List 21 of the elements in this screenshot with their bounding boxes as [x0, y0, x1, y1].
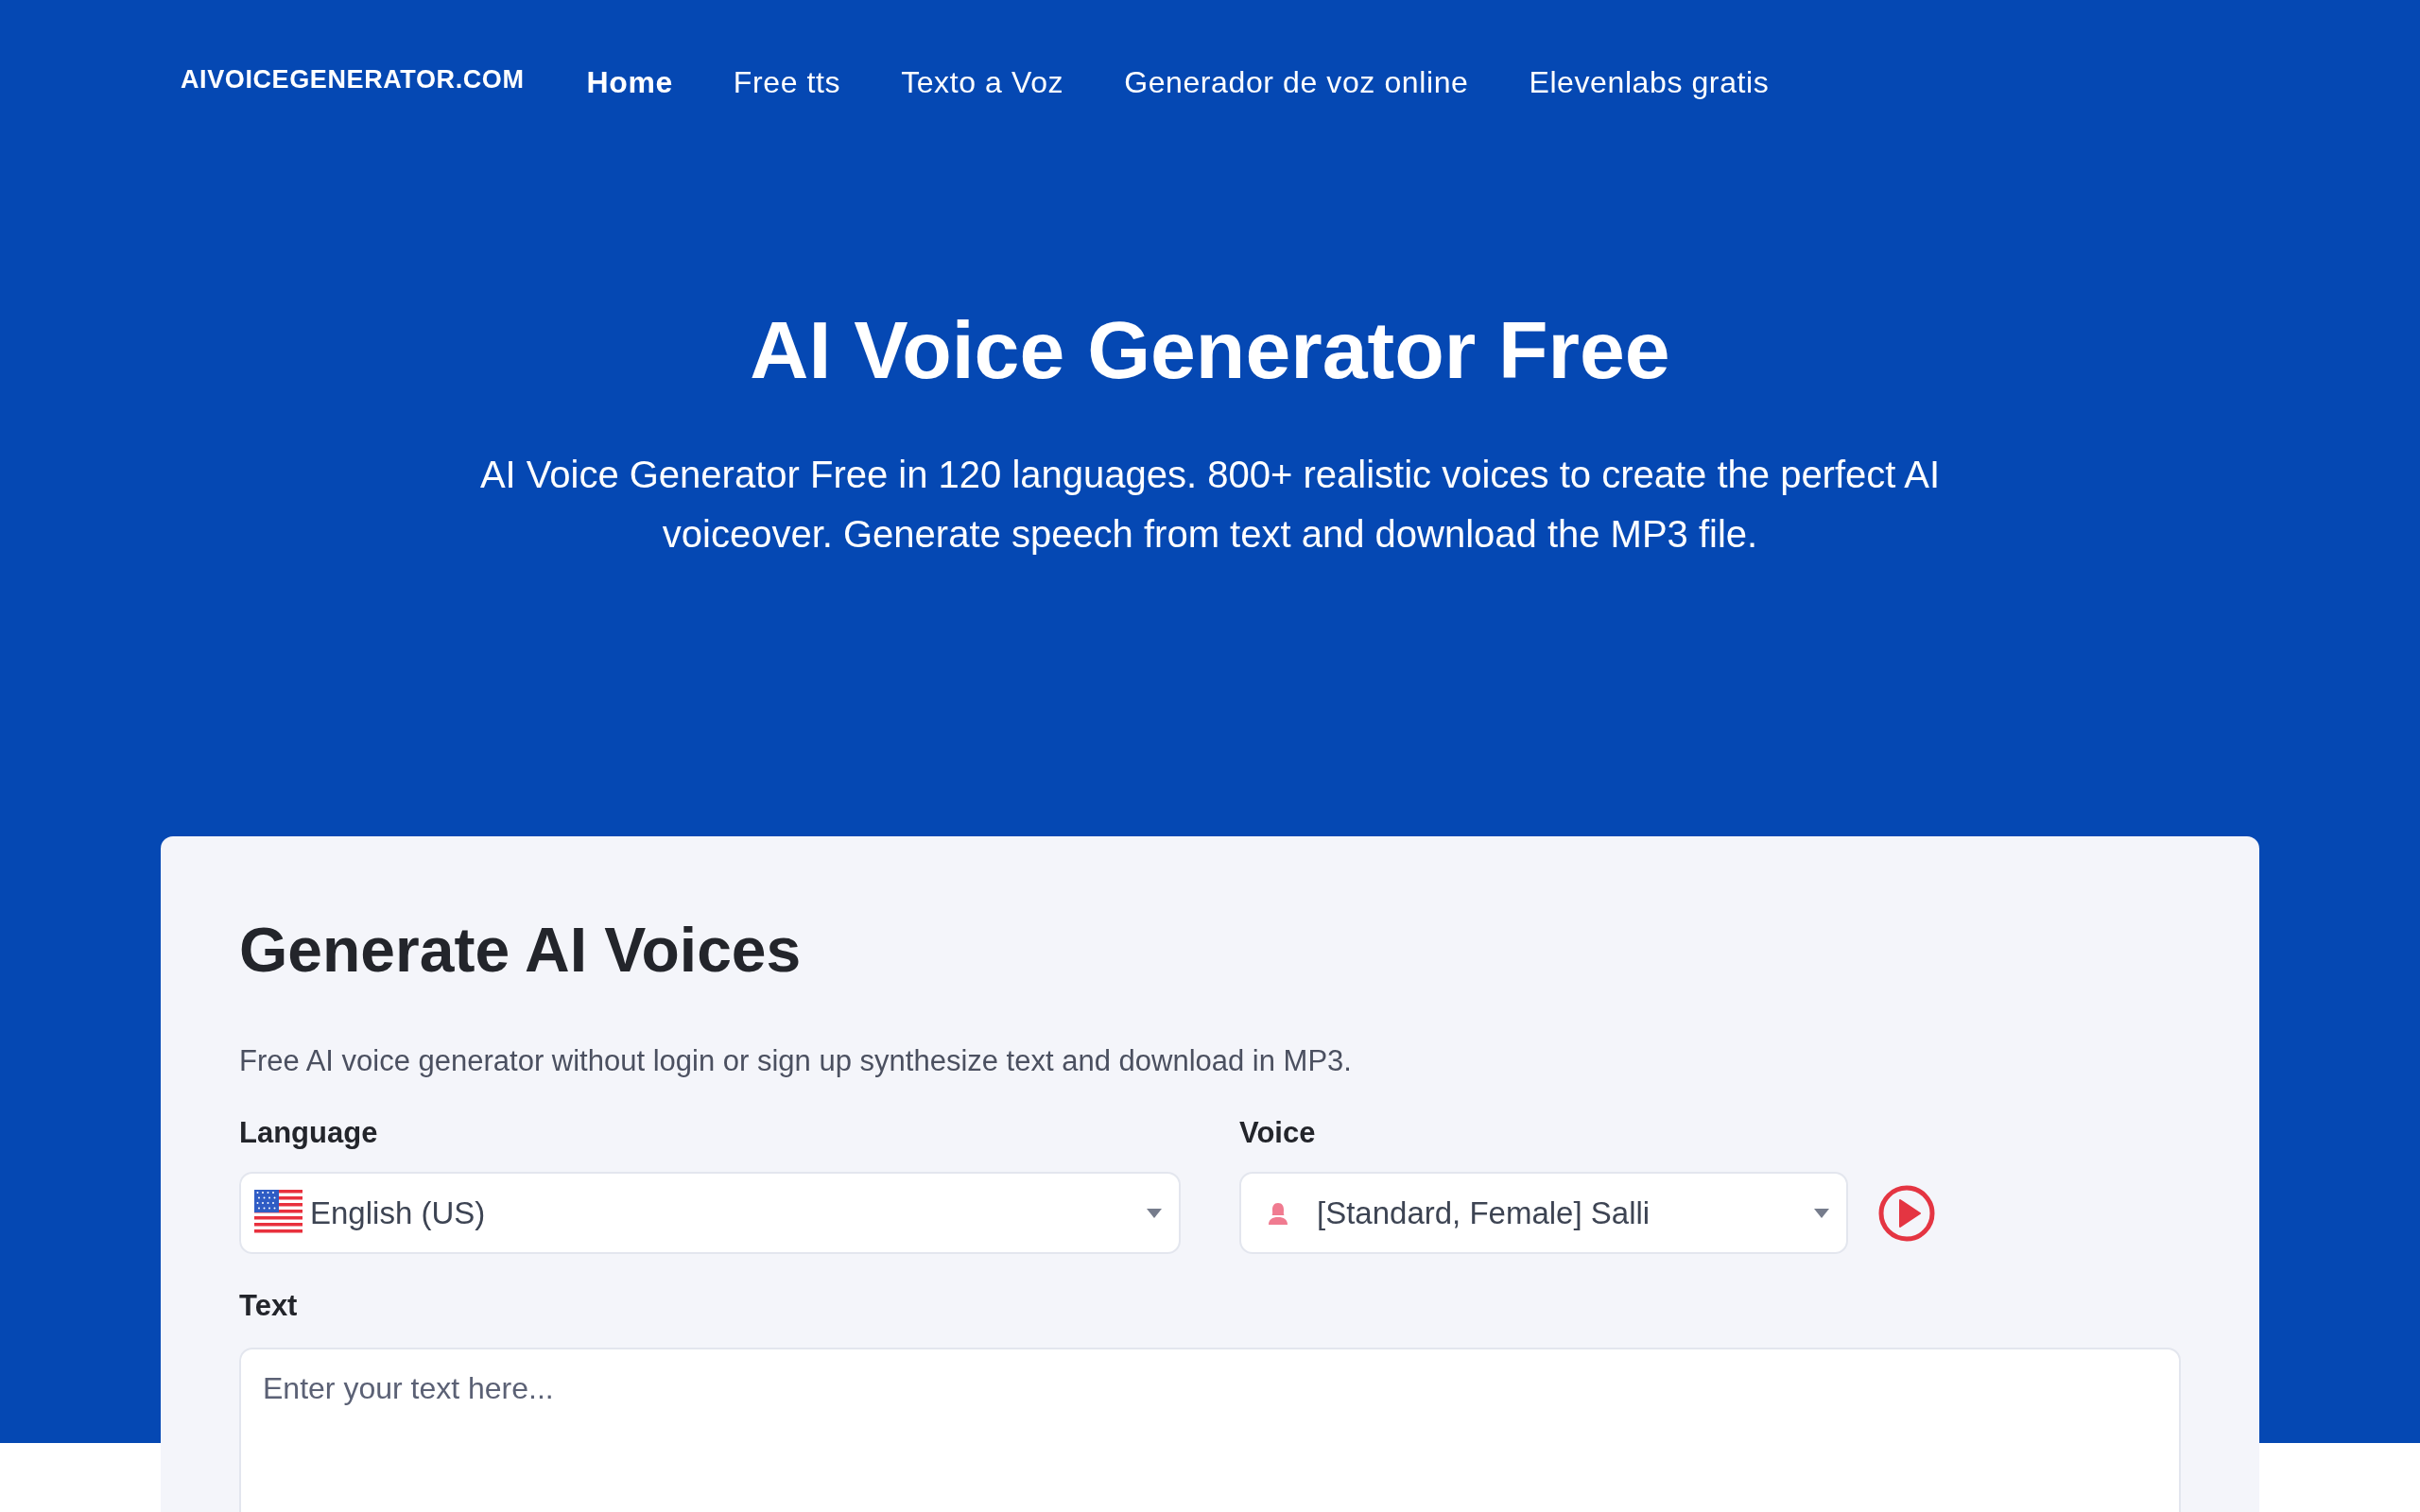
- card-title: Generate AI Voices: [239, 914, 803, 987]
- voice-select[interactable]: [Standard, Female] Salli: [1239, 1172, 1848, 1254]
- us-flag-icon: [254, 1190, 302, 1236]
- person-icon: [1268, 1201, 1288, 1225]
- hero-title: AI Voice Generator Free: [749, 303, 1671, 397]
- site-logo[interactable]: AIVOICEGENERATOR.COM: [181, 64, 525, 94]
- nav-link[interactable]: Generador de voz online: [1124, 64, 1469, 100]
- caret-icon: [1814, 1208, 1829, 1218]
- nav-link[interactable]: Free tts: [733, 64, 841, 100]
- card-description: Free AI voice generator without login or sign up synthesize text and download in MP3.: [239, 1043, 1353, 1079]
- language-select[interactable]: English (US): [239, 1172, 1181, 1254]
- nav-link[interactable]: Texto a Voz: [901, 64, 1064, 100]
- hero-subtitle: AI Voice Generator Free in 120 languages. 800+ realistic voices to create the perfect AI voiceover. Generate speech from text and download the MP3 file.: [478, 453, 1942, 557]
- language-label: Language: [239, 1115, 379, 1151]
- text-input[interactable]: Enter your text here...: [239, 1348, 2181, 1512]
- nav-link[interactable]: Elevenlabs gratis: [1529, 64, 1770, 100]
- nav-link[interactable]: Home: [586, 64, 673, 100]
- voice-label: Voice: [1239, 1115, 1317, 1151]
- text-label: Text: [239, 1288, 299, 1324]
- play-icon[interactable]: [1878, 1184, 1935, 1242]
- caret-icon: [1147, 1208, 1162, 1218]
